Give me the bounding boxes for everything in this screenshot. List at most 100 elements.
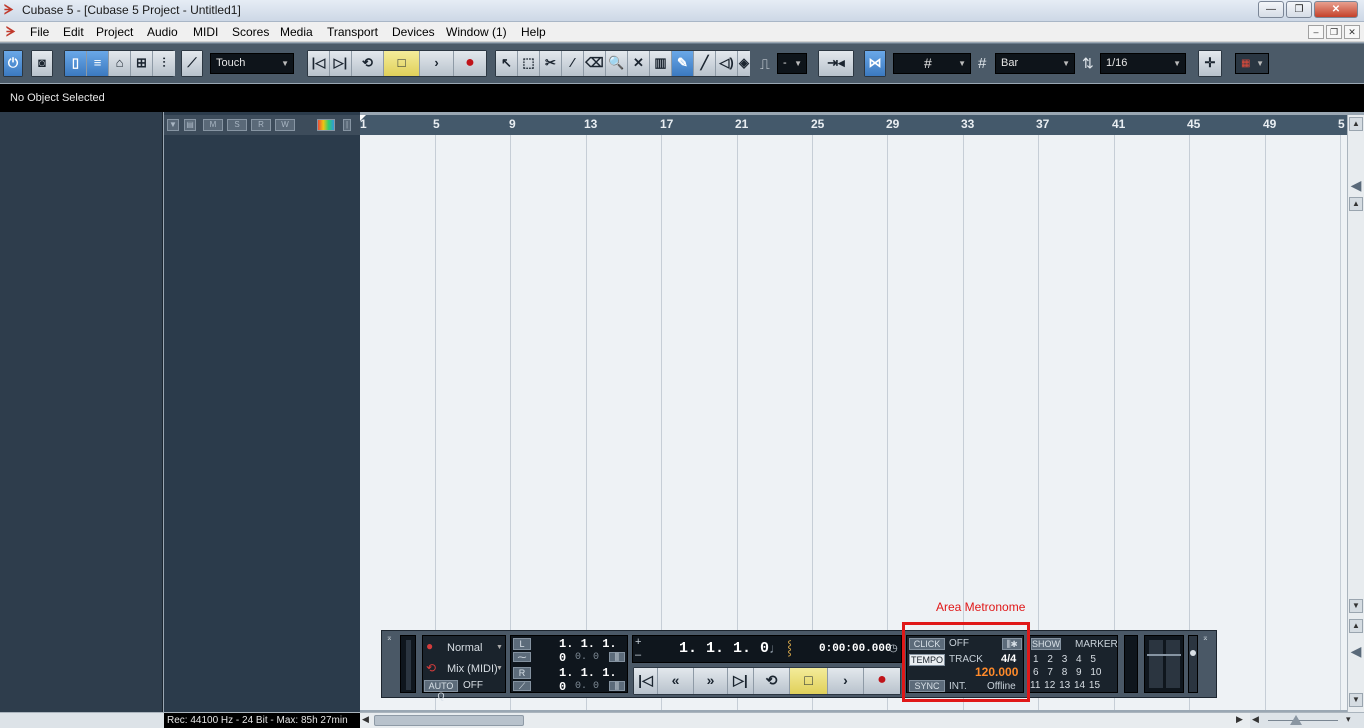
go-to-start-icon[interactable]: |◁: [634, 668, 658, 694]
marker-button[interactable]: 9: [1076, 667, 1082, 678]
power-icon[interactable]: ⏻: [4, 51, 22, 76]
draw-icon[interactable]: ✎: [672, 51, 694, 76]
marker-button[interactable]: 1: [1033, 654, 1039, 665]
automation-curve-icon[interactable]: ⟋: [182, 51, 202, 76]
marker-button[interactable]: 8: [1062, 667, 1068, 678]
cycle-mode-value[interactable]: Mix (MIDI): [447, 663, 498, 675]
marker-button[interactable]: 3: [1062, 654, 1068, 665]
range-selection-icon[interactable]: ⬚: [518, 51, 540, 76]
go-to-end-icon[interactable]: ▷|: [728, 668, 754, 694]
menu-window[interactable]: Window (1): [446, 25, 507, 39]
global-solo-icon[interactable]: S: [227, 119, 247, 131]
scroll-down-icon[interactable]: ▼: [1349, 599, 1363, 613]
punch-in-icon[interactable]: ⁓: [513, 652, 531, 662]
record-icon[interactable]: ●: [454, 51, 486, 76]
track-divider-icon[interactable]: |: [343, 119, 351, 131]
right-locator-toggle-icon[interactable]: ⫼: [609, 681, 625, 691]
marker-button[interactable]: 13: [1059, 680, 1070, 691]
pin-icon[interactable]: ⌅: [1202, 633, 1209, 642]
object-selection-icon[interactable]: ↖: [496, 51, 518, 76]
glue-icon[interactable]: ⁄: [562, 51, 584, 76]
rewind-icon[interactable]: «: [658, 668, 694, 694]
scroll-left-icon[interactable]: ◀: [362, 714, 369, 725]
line-icon[interactable]: ╱: [694, 51, 716, 76]
global-write-icon[interactable]: W: [275, 119, 295, 131]
right-locator-button[interactable]: R: [513, 667, 531, 679]
menu-edit[interactable]: Edit: [63, 25, 84, 39]
mdi-restore-button[interactable]: ❐: [1326, 25, 1342, 39]
vertical-scrollbar[interactable]: ▲ ◀ ▲ ▼ ▲ ◀ ▼: [1347, 115, 1364, 712]
nudge-plus-icon[interactable]: +: [635, 636, 641, 648]
marker-button[interactable]: 15: [1089, 680, 1100, 691]
arrange-area[interactable]: [360, 135, 1347, 710]
split-icon[interactable]: ✂: [540, 51, 562, 76]
color-icon[interactable]: ◈: [738, 51, 750, 76]
minimize-button[interactable]: —: [1258, 1, 1284, 18]
snap-value-dropdown[interactable]: - ▼: [777, 53, 807, 74]
quantize-dropdown[interactable]: 1/16 ▼: [1100, 53, 1186, 74]
erase-icon[interactable]: ⌫: [584, 51, 606, 76]
menu-media[interactable]: Media: [280, 25, 313, 39]
record-mode-value[interactable]: Normal: [447, 642, 482, 654]
menu-project[interactable]: Project: [96, 25, 133, 39]
auto-scroll-icon[interactable]: ⎍: [760, 56, 770, 73]
horizontal-scrollbar[interactable]: ◀: [360, 713, 1250, 728]
cycle-icon[interactable]: ⟲: [352, 51, 384, 76]
color-palette-dropdown[interactable]: ▦ ▼: [1235, 53, 1269, 74]
go-to-start-icon[interactable]: |◁: [308, 51, 330, 76]
menu-midi[interactable]: MIDI: [193, 25, 218, 39]
menu-audio[interactable]: Audio: [147, 25, 178, 39]
stop-icon[interactable]: □: [384, 51, 420, 76]
fast-forward-icon[interactable]: »: [694, 668, 728, 694]
grid-mode-dropdown[interactable]: # ▼: [893, 53, 971, 74]
zoom-menu-icon[interactable]: ▾: [1346, 714, 1351, 725]
record-icon[interactable]: ●: [864, 668, 900, 694]
stop-icon[interactable]: □: [790, 668, 828, 694]
speaker-icon[interactable]: ◁): [716, 51, 738, 76]
close-button[interactable]: ✕: [1314, 1, 1358, 18]
go-to-end-icon[interactable]: ▷|: [330, 51, 352, 76]
marker-button[interactable]: 10: [1090, 667, 1101, 678]
automation-mode-dropdown[interactable]: Touch ▼: [210, 53, 294, 74]
zoom-tracks-icon[interactable]: ◀: [1349, 178, 1363, 199]
show-infoline-icon[interactable]: ≡: [87, 51, 109, 76]
mute-icon[interactable]: ✕: [628, 51, 650, 76]
show-markers-button[interactable]: SHOW: [1031, 638, 1061, 650]
zoom-out-icon[interactable]: ▼: [1349, 693, 1363, 707]
menu-devices[interactable]: Devices: [392, 25, 435, 39]
crosshair-icon[interactable]: ✛: [1199, 51, 1221, 76]
grid-type-dropdown[interactable]: Bar ▼: [995, 53, 1075, 74]
menu-file[interactable]: File: [30, 25, 49, 39]
global-read-icon[interactable]: R: [251, 119, 271, 131]
track-settings-icon[interactable]: ▤: [184, 119, 196, 131]
markers-row-2[interactable]: 6 7 8 9 10: [1033, 667, 1102, 678]
marker-button[interactable]: 7: [1047, 667, 1053, 678]
menu-scores[interactable]: Scores: [232, 25, 269, 39]
nudge-minus-icon[interactable]: –: [635, 649, 641, 661]
global-mute-icon[interactable]: M: [203, 119, 223, 131]
output-level-slider[interactable]: [1188, 635, 1198, 693]
time-warp-icon[interactable]: ▥: [650, 51, 672, 76]
scroll-up-icon[interactable]: ▲: [1349, 117, 1363, 131]
snap-toggle-icon[interactable]: ⋈: [865, 51, 885, 76]
pin-icon[interactable]: ⌅: [386, 633, 393, 642]
position-bars-value[interactable]: 1. 1. 1. 0: [679, 640, 769, 657]
zoom-in-icon[interactable]: ▲: [1349, 619, 1363, 633]
ruler[interactable]: 1 5 9 13 17 21 25 29 33 37 41 45 49 5: [360, 115, 1347, 135]
marker-button[interactable]: 12: [1044, 680, 1055, 691]
maximize-button[interactable]: ❐: [1286, 1, 1312, 18]
snap-mode-icon[interactable]: ⇥◂: [819, 51, 853, 76]
vertical-zoom-slider-icon[interactable]: ◀: [1349, 644, 1363, 665]
scrollbar-thumb[interactable]: [374, 715, 524, 726]
scroll-end-icon[interactable]: ◀: [1252, 714, 1259, 725]
marker-button[interactable]: 6: [1033, 667, 1039, 678]
punch-out-icon[interactable]: ⟋: [513, 681, 531, 691]
menu-transport[interactable]: Transport: [327, 25, 378, 39]
show-pool-icon[interactable]: ⊞: [131, 51, 153, 76]
left-locator-button[interactable]: L: [513, 638, 531, 650]
markers-row-1[interactable]: 1 2 3 4 5: [1033, 654, 1096, 665]
mdi-close-button[interactable]: ✕: [1344, 25, 1360, 39]
constrain-delay-icon[interactable]: ◙: [32, 51, 52, 76]
scroll-top-icon[interactable]: ▲: [1349, 197, 1363, 211]
app-menu-icon[interactable]: ᗒ: [6, 24, 15, 40]
